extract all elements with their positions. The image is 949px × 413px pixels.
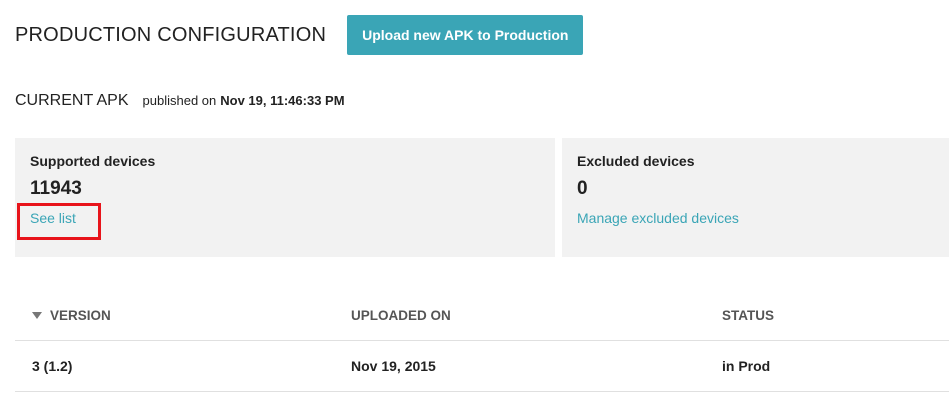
manage-excluded-devices-link[interactable]: Manage excluded devices bbox=[577, 210, 739, 226]
apk-versions-table: VERSION UPLOADED ON STATUS 3 (1.2) Nov 1… bbox=[15, 290, 949, 392]
supported-devices-panel: Supported devices 11943 See list bbox=[15, 138, 555, 257]
version-cell: 3 (1.2) bbox=[32, 358, 73, 374]
supported-devices-count: 11943 bbox=[30, 178, 82, 199]
excluded-devices-count: 0 bbox=[577, 178, 588, 199]
version-header-label: VERSION bbox=[50, 307, 111, 323]
uploaded-on-column-header: UPLOADED ON bbox=[351, 307, 451, 323]
page-header: PRODUCTION CONFIGURATION Upload new APK … bbox=[15, 14, 584, 56]
sort-down-icon[interactable] bbox=[32, 311, 42, 319]
table-header-row: VERSION UPLOADED ON STATUS bbox=[15, 290, 949, 341]
version-column-header[interactable]: VERSION bbox=[32, 290, 111, 340]
page-title: PRODUCTION CONFIGURATION bbox=[15, 23, 327, 46]
see-list-link[interactable]: See list bbox=[30, 210, 76, 226]
uploaded-on-cell: Nov 19, 2015 bbox=[351, 358, 436, 374]
table-row: 3 (1.2) Nov 19, 2015 in Prod bbox=[15, 341, 949, 392]
status-cell: in Prod bbox=[722, 358, 771, 374]
excluded-devices-panel: Excluded devices 0 Manage excluded devic… bbox=[562, 138, 949, 257]
status-column-header: STATUS bbox=[722, 307, 774, 323]
supported-devices-label: Supported devices bbox=[30, 153, 156, 169]
published-date: Nov 19, 11:46:33 PM bbox=[220, 93, 345, 108]
current-apk-title: CURRENT APK bbox=[15, 92, 129, 109]
upload-apk-button[interactable]: Upload new APK to Production bbox=[347, 15, 584, 55]
current-apk-section: CURRENT APK published on Nov 19, 11:46:3… bbox=[15, 92, 345, 110]
excluded-devices-label: Excluded devices bbox=[577, 153, 695, 169]
published-label: published on bbox=[142, 93, 217, 108]
